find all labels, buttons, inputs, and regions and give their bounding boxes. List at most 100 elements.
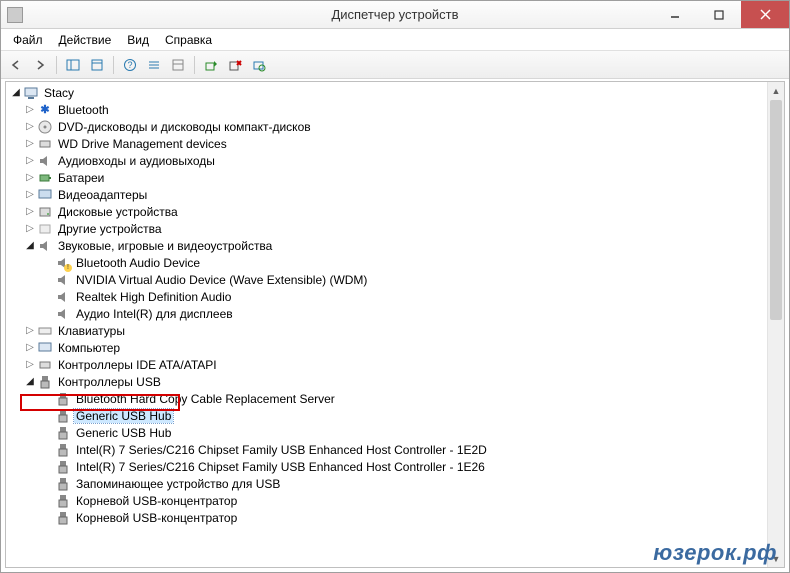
show-hide-tree-button[interactable] xyxy=(62,54,84,76)
vertical-scrollbar[interactable]: ▲ ▼ xyxy=(767,82,784,567)
category-label: Видеоадаптеры xyxy=(56,188,149,202)
expander-icon[interactable]: ▷ xyxy=(24,189,36,200)
tree-category-sound[interactable]: ◢ Звуковые, игровые и видеоустройства xyxy=(6,237,767,254)
forward-button[interactable] xyxy=(29,54,51,76)
usb-icon xyxy=(37,374,53,390)
device-label: NVIDIA Virtual Audio Device (Wave Extens… xyxy=(74,273,369,287)
tree-category[interactable]: ▷ WD Drive Management devices xyxy=(6,135,767,152)
tree-root[interactable]: ◢ Stacy xyxy=(6,84,767,101)
tree-device[interactable]: Generic USB Hub xyxy=(6,424,767,441)
toolbar-separator xyxy=(56,56,57,74)
tree-device[interactable]: Intel(R) 7 Series/C216 Chipset Family US… xyxy=(6,441,767,458)
device-label: Generic USB Hub xyxy=(74,426,173,440)
tree-category[interactable]: ▷ Аудиовходы и аудиовыходы xyxy=(6,152,767,169)
tree-device[interactable]: Realtek High Definition Audio xyxy=(6,288,767,305)
audio-icon: ! xyxy=(55,255,71,271)
expander-icon[interactable]: ▷ xyxy=(24,325,36,336)
expander-icon[interactable]: ▷ xyxy=(24,155,36,166)
expander-icon[interactable]: ▷ xyxy=(24,206,36,217)
arrow-left-icon xyxy=(9,58,23,72)
close-icon xyxy=(760,9,771,20)
expander-icon[interactable]: ▷ xyxy=(24,121,36,132)
usb-icon xyxy=(55,510,71,526)
details-button[interactable] xyxy=(167,54,189,76)
audio-icon xyxy=(55,306,71,322)
audio-icon xyxy=(55,289,71,305)
maximize-button[interactable] xyxy=(697,1,741,28)
app-icon xyxy=(7,7,23,23)
scan-hardware-button[interactable] xyxy=(248,54,270,76)
tree-device[interactable]: ! Bluetooth Audio Device xyxy=(6,254,767,271)
menu-file[interactable]: Файл xyxy=(5,31,51,49)
properties-button[interactable] xyxy=(86,54,108,76)
uninstall-button[interactable] xyxy=(224,54,246,76)
tree-category[interactable]: ▷ Компьютер xyxy=(6,339,767,356)
tree-category[interactable]: ▷ Клавиатуры xyxy=(6,322,767,339)
bluetooth-icon: ✱ xyxy=(37,102,53,118)
device-label: Корневой USB-концентратор xyxy=(74,494,239,508)
tree-device[interactable]: Intel(R) 7 Series/C216 Chipset Family US… xyxy=(6,458,767,475)
details-icon xyxy=(171,58,185,72)
tree-category[interactable]: ▷ Дисковые устройства xyxy=(6,203,767,220)
window-buttons xyxy=(653,1,789,28)
keyboard-icon xyxy=(37,323,53,339)
computer-icon xyxy=(37,340,53,356)
expander-icon[interactable]: ▷ xyxy=(24,359,36,370)
usb-icon xyxy=(55,493,71,509)
expander-icon[interactable]: ◢ xyxy=(24,376,36,387)
device-label: Bluetooth Hard Copy Cable Replacement Se… xyxy=(74,392,337,406)
device-label: Bluetooth Audio Device xyxy=(74,256,202,270)
menu-action[interactable]: Действие xyxy=(51,31,120,49)
tree-category[interactable]: ▷ Видеоадаптеры xyxy=(6,186,767,203)
other-icon xyxy=(37,221,53,237)
menu-view[interactable]: Вид xyxy=(119,31,157,49)
tree-device[interactable]: Аудио Intel(R) для дисплеев xyxy=(6,305,767,322)
tree-device[interactable]: Запоминающее устройство для USB xyxy=(6,475,767,492)
device-label: Аудио Intel(R) для дисплеев xyxy=(74,307,235,321)
tree-container: ◢ Stacy ▷ ✱ Bluetooth ▷ DVD-дисководы и … xyxy=(5,81,785,568)
update-driver-button[interactable] xyxy=(200,54,222,76)
close-button[interactable] xyxy=(741,1,789,28)
scrollbar-thumb[interactable] xyxy=(770,100,782,320)
tree-category[interactable]: ▷ Батареи xyxy=(6,169,767,186)
usb-icon xyxy=(55,459,71,475)
tree-category[interactable]: ▷ Контроллеры IDE ATA/ATAPI xyxy=(6,356,767,373)
audio-icon xyxy=(37,153,53,169)
dvd-icon xyxy=(37,119,53,135)
list-button[interactable] xyxy=(143,54,165,76)
tree-category[interactable]: ▷ DVD-дисководы и дисководы компакт-диск… xyxy=(6,118,767,135)
scroll-down-button[interactable]: ▼ xyxy=(768,550,784,567)
minimize-button[interactable] xyxy=(653,1,697,28)
tree-device[interactable]: Bluetooth Hard Copy Cable Replacement Se… xyxy=(6,390,767,407)
expander-icon[interactable]: ▷ xyxy=(24,223,36,234)
device-label: Запоминающее устройство для USB xyxy=(74,477,282,491)
tree-category[interactable]: ▷ Другие устройства xyxy=(6,220,767,237)
expander-icon[interactable]: ◢ xyxy=(10,87,22,98)
expander-icon[interactable]: ▷ xyxy=(24,342,36,353)
tree-device[interactable]: NVIDIA Virtual Audio Device (Wave Extens… xyxy=(6,271,767,288)
category-label: Батареи xyxy=(56,171,106,185)
tree-device[interactable]: Корневой USB-концентратор xyxy=(6,509,767,526)
menu-help[interactable]: Справка xyxy=(157,31,220,49)
scroll-up-button[interactable]: ▲ xyxy=(768,82,784,99)
tree-device[interactable]: Корневой USB-концентратор xyxy=(6,492,767,509)
category-label: DVD-дисководы и дисководы компакт-дисков xyxy=(56,120,313,134)
tree-device[interactable]: Generic USB Hub xyxy=(6,407,767,424)
back-button[interactable] xyxy=(5,54,27,76)
tree-category-usb[interactable]: ◢ Контроллеры USB xyxy=(6,373,767,390)
category-label: Другие устройства xyxy=(56,222,164,236)
expander-icon[interactable]: ▷ xyxy=(24,172,36,183)
toolbar-separator xyxy=(113,56,114,74)
maximize-icon xyxy=(714,10,724,20)
device-tree[interactable]: ◢ Stacy ▷ ✱ Bluetooth ▷ DVD-дисководы и … xyxy=(6,84,767,567)
help-button[interactable]: ? xyxy=(119,54,141,76)
tree-category[interactable]: ▷ ✱ Bluetooth xyxy=(6,101,767,118)
device-label: Generic USB Hub xyxy=(74,409,173,423)
category-label: Дисковые устройства xyxy=(56,205,180,219)
expander-icon[interactable]: ▷ xyxy=(24,138,36,149)
expander-icon[interactable]: ▷ xyxy=(24,104,36,115)
device-label: Realtek High Definition Audio xyxy=(74,290,233,304)
scan-icon xyxy=(252,58,266,72)
category-label: WD Drive Management devices xyxy=(56,137,229,151)
expander-icon[interactable]: ◢ xyxy=(24,240,36,251)
